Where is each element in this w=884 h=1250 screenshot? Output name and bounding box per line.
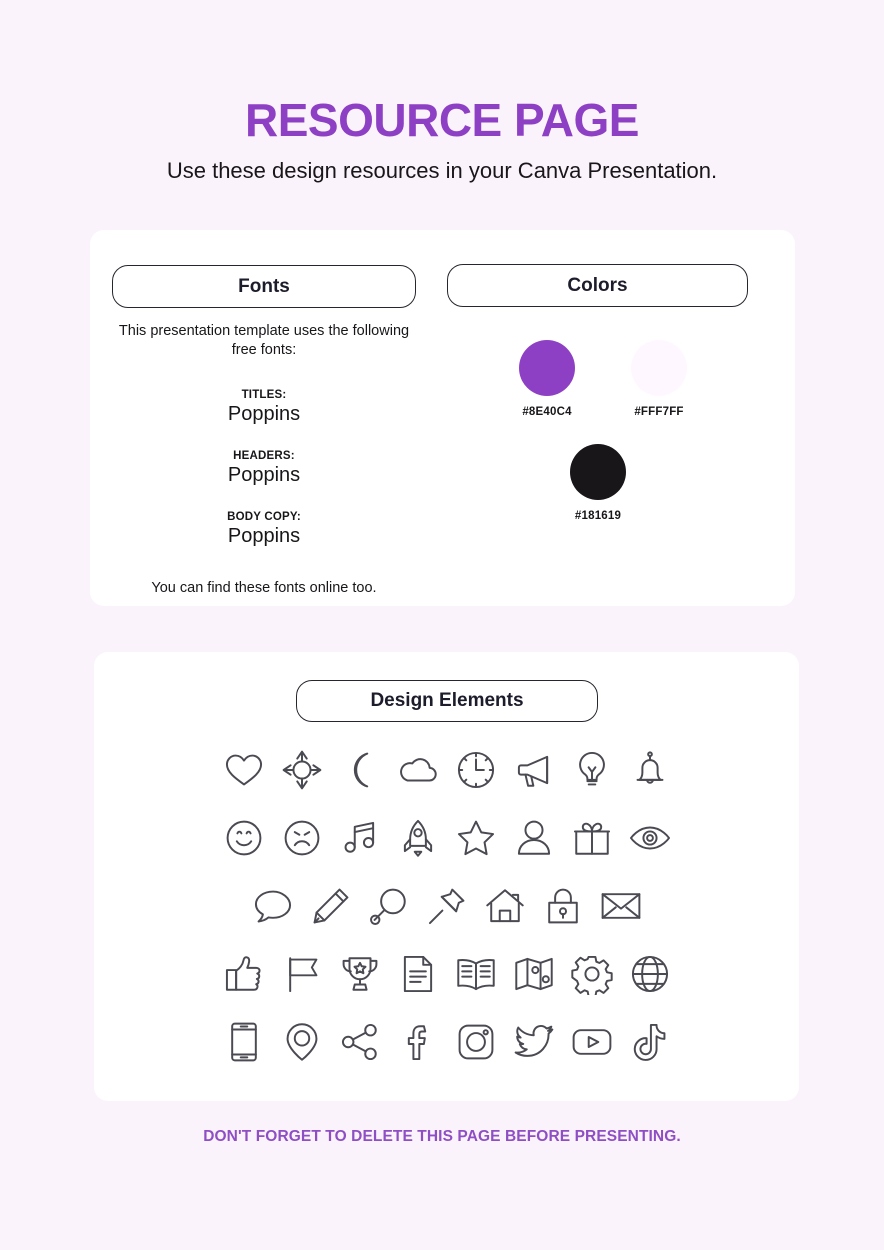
footer-warning-note: DON'T FORGET TO DELETE THIS PAGE BEFORE … xyxy=(203,1128,681,1145)
pushpin-icon[interactable] xyxy=(418,879,476,933)
eye-icon[interactable] xyxy=(621,811,679,865)
color-swatch-label: #FFF7FF xyxy=(634,406,684,418)
color-swatch-item: #181619 xyxy=(548,444,648,522)
mobile-phone-icon[interactable] xyxy=(215,1015,273,1069)
colors-header-pill[interactable]: Colors xyxy=(447,264,748,307)
font-group-body-copy: BODY COPY: Poppins xyxy=(112,510,416,549)
tiktok-icon[interactable] xyxy=(621,1015,679,1069)
fonts-column: This presentation template uses the foll… xyxy=(112,322,416,598)
facebook-icon[interactable] xyxy=(389,1015,447,1069)
font-group-headers-name: Poppins xyxy=(227,464,301,486)
icon-row xyxy=(94,946,799,1002)
color-swatch-label: #181619 xyxy=(574,510,622,522)
color-swatch-item: #FFF7FF xyxy=(609,340,709,418)
clock-icon[interactable] xyxy=(447,743,505,797)
colors-header-label: Colors xyxy=(567,274,628,296)
fonts-header-label: Fonts xyxy=(238,275,290,297)
color-swatch-circle xyxy=(631,340,687,396)
megaphone-icon[interactable] xyxy=(505,743,563,797)
design-elements-grid xyxy=(94,742,799,1082)
globe-icon[interactable] xyxy=(621,947,679,1001)
gift-icon[interactable] xyxy=(563,811,621,865)
fonts-intro-text: This presentation template uses the foll… xyxy=(118,323,410,358)
page-title: RESOURCE PAGE xyxy=(245,94,639,146)
font-group-titles: TITLES: Poppins xyxy=(112,388,416,427)
icon-row xyxy=(94,742,799,798)
gear-icon[interactable] xyxy=(563,947,621,1001)
pencil-icon[interactable] xyxy=(302,879,360,933)
house-icon[interactable] xyxy=(476,879,534,933)
youtube-icon[interactable] xyxy=(563,1015,621,1069)
font-group-body-copy-label: BODY COPY: xyxy=(227,511,301,523)
document-icon[interactable] xyxy=(389,947,447,1001)
bell-icon[interactable] xyxy=(621,743,679,797)
smiley-face-icon[interactable] xyxy=(215,811,273,865)
color-swatch-label: #8E40C4 xyxy=(522,406,572,418)
instagram-icon[interactable] xyxy=(447,1015,505,1069)
rocket-icon[interactable] xyxy=(389,811,447,865)
fonts-footnote: You can find these fonts online too. xyxy=(151,580,377,596)
font-group-body-copy-name: Poppins xyxy=(227,525,301,547)
person-icon[interactable] xyxy=(505,811,563,865)
share-icon[interactable] xyxy=(331,1015,389,1069)
design-elements-header-pill[interactable]: Design Elements xyxy=(296,680,598,722)
map-icon[interactable] xyxy=(505,947,563,1001)
trophy-icon[interactable] xyxy=(331,947,389,1001)
cloud-icon[interactable] xyxy=(389,743,447,797)
star-icon[interactable] xyxy=(447,811,505,865)
font-group-titles-name: Poppins xyxy=(227,403,301,425)
page-subtitle: Use these design resources in your Canva… xyxy=(166,158,718,183)
book-icon[interactable] xyxy=(447,947,505,1001)
envelope-icon[interactable] xyxy=(592,879,650,933)
color-swatch-circle xyxy=(519,340,575,396)
icon-row xyxy=(94,878,799,934)
speech-bubble-icon[interactable] xyxy=(244,879,302,933)
design-elements-header-label: Design Elements xyxy=(370,690,524,711)
sad-face-icon[interactable] xyxy=(273,811,331,865)
lightbulb-icon[interactable] xyxy=(563,743,621,797)
music-note-icon[interactable] xyxy=(331,811,389,865)
sun-icon[interactable] xyxy=(273,743,331,797)
location-pin-icon[interactable] xyxy=(273,1015,331,1069)
twitter-icon[interactable] xyxy=(505,1015,563,1069)
thumbs-up-icon[interactable] xyxy=(215,947,273,1001)
fonts-header-pill[interactable]: Fonts xyxy=(112,265,416,308)
color-swatch-item: #8E40C4 xyxy=(497,340,597,418)
magnifier-icon[interactable] xyxy=(360,879,418,933)
font-group-headers: HEADERS: Poppins xyxy=(112,449,416,488)
flag-icon[interactable] xyxy=(273,947,331,1001)
resource-page: RESOURCE PAGE Use these design resources… xyxy=(0,0,884,1250)
moon-icon[interactable] xyxy=(331,743,389,797)
heart-icon[interactable] xyxy=(215,743,273,797)
lock-icon[interactable] xyxy=(534,879,592,933)
color-swatch-circle xyxy=(570,444,626,500)
icon-row xyxy=(94,1014,799,1070)
font-group-headers-label: HEADERS: xyxy=(233,450,295,462)
font-group-titles-label: TITLES: xyxy=(241,389,287,401)
icon-row xyxy=(94,810,799,866)
